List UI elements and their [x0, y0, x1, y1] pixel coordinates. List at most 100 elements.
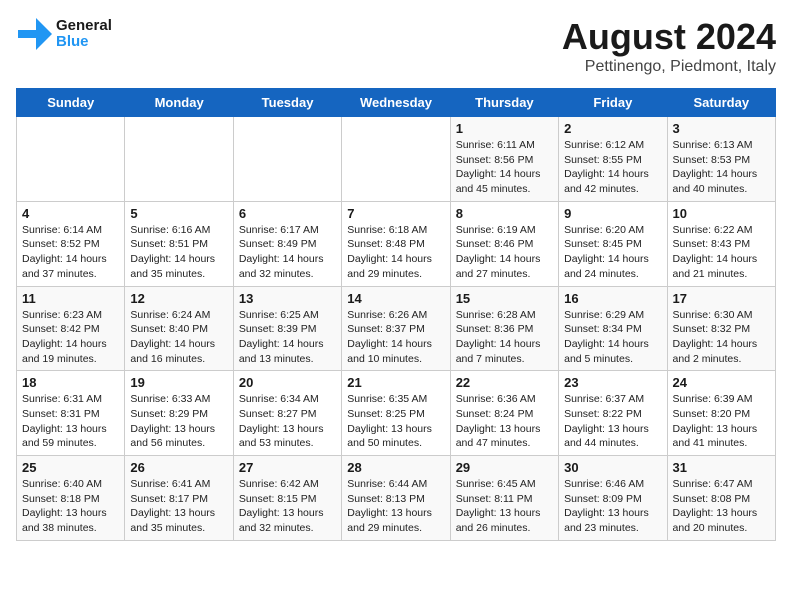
- calendar-cell: 23 Sunrise: 6:37 AM Sunset: 8:22 PM Dayli…: [559, 371, 667, 456]
- logo-text-general: General: [56, 18, 112, 35]
- calendar-cell: 5 Sunrise: 6:16 AM Sunset: 8:51 PM Daylig…: [125, 201, 233, 286]
- day-info: Sunrise: 6:12 AM Sunset: 8:55 PM Dayligh…: [564, 138, 661, 197]
- day-info: Sunrise: 6:24 AM Sunset: 8:40 PM Dayligh…: [130, 308, 227, 367]
- day-info: Sunrise: 6:44 AM Sunset: 8:13 PM Dayligh…: [347, 477, 444, 536]
- day-number: 25: [22, 460, 119, 475]
- day-number: 29: [456, 460, 553, 475]
- day-number: 18: [22, 375, 119, 390]
- col-header-monday: Monday: [125, 89, 233, 117]
- day-info: Sunrise: 6:17 AM Sunset: 8:49 PM Dayligh…: [239, 223, 336, 282]
- day-number: 27: [239, 460, 336, 475]
- calendar-table: SundayMondayTuesdayWednesdayThursdayFrid…: [16, 88, 776, 541]
- day-info: Sunrise: 6:23 AM Sunset: 8:42 PM Dayligh…: [22, 308, 119, 367]
- day-info: Sunrise: 6:35 AM Sunset: 8:25 PM Dayligh…: [347, 392, 444, 451]
- day-info: Sunrise: 6:19 AM Sunset: 8:46 PM Dayligh…: [456, 223, 553, 282]
- day-number: 16: [564, 291, 661, 306]
- calendar-cell: 2 Sunrise: 6:12 AM Sunset: 8:55 PM Daylig…: [559, 117, 667, 202]
- subtitle: Pettinengo, Piedmont, Italy: [562, 58, 776, 76]
- day-info: Sunrise: 6:46 AM Sunset: 8:09 PM Dayligh…: [564, 477, 661, 536]
- day-info: Sunrise: 6:18 AM Sunset: 8:48 PM Dayligh…: [347, 223, 444, 282]
- day-number: 13: [239, 291, 336, 306]
- day-number: 7: [347, 206, 444, 221]
- calendar-cell: 20Sunrise: 6:34 AM Sunset: 8:27 PM Dayli…: [233, 371, 341, 456]
- day-info: Sunrise: 6:31 AM Sunset: 8:31 PM Dayligh…: [22, 392, 119, 451]
- day-number: 30: [564, 460, 661, 475]
- day-number: 6: [239, 206, 336, 221]
- day-number: 21: [347, 375, 444, 390]
- logo-icon: [16, 16, 52, 52]
- calendar-cell: 8 Sunrise: 6:19 AM Sunset: 8:46 PM Daylig…: [450, 201, 558, 286]
- calendar-cell: 16Sunrise: 6:29 AM Sunset: 8:34 PM Dayli…: [559, 286, 667, 371]
- day-number: 8: [456, 206, 553, 221]
- day-info: Sunrise: 6:47 AM Sunset: 8:08 PM Dayligh…: [673, 477, 770, 536]
- calendar-cell: 11Sunrise: 6:23 AM Sunset: 8:42 PM Dayli…: [17, 286, 125, 371]
- day-info: Sunrise: 6:22 AM Sunset: 8:43 PM Dayligh…: [673, 223, 770, 282]
- day-number: 4: [22, 206, 119, 221]
- calendar-week-row-4: 18 Sunrise: 6:31 AM Sunset: 8:31 PM Dayli…: [17, 371, 776, 456]
- day-number: 19: [130, 375, 227, 390]
- calendar-cell: [125, 117, 233, 202]
- day-info: Sunrise: 6:40 AM Sunset: 8:18 PM Dayligh…: [22, 477, 119, 536]
- day-number: 23: [564, 375, 661, 390]
- calendar-cell: 24 Sunrise: 6:39 AM Sunset: 8:20 PM Dayli…: [667, 371, 775, 456]
- day-info: Sunrise: 6:45 AM Sunset: 8:11 PM Dayligh…: [456, 477, 553, 536]
- title-area: August 2024 Pettinengo, Piedmont, Italy: [562, 16, 776, 76]
- day-number: 3: [673, 121, 770, 136]
- day-number: 28: [347, 460, 444, 475]
- calendar-week-row-2: 4 Sunrise: 6:14 AM Sunset: 8:52 PM Daylig…: [17, 201, 776, 286]
- day-info: Sunrise: 6:14 AM Sunset: 8:52 PM Dayligh…: [22, 223, 119, 282]
- calendar-cell: 1Sunrise: 6:11 AM Sunset: 8:56 PM Daylig…: [450, 117, 558, 202]
- calendar-cell: [342, 117, 450, 202]
- day-number: 15: [456, 291, 553, 306]
- calendar-cell: [233, 117, 341, 202]
- calendar-cell: 15 Sunrise: 6:28 AM Sunset: 8:36 PM Dayli…: [450, 286, 558, 371]
- day-number: 1: [456, 121, 553, 136]
- day-number: 24: [673, 375, 770, 390]
- calendar-cell: 7 Sunrise: 6:18 AM Sunset: 8:48 PM Daylig…: [342, 201, 450, 286]
- header: GeneralBlue August 2024 Pettinengo, Pied…: [16, 16, 776, 76]
- day-number: 10: [673, 206, 770, 221]
- calendar-cell: 13Sunrise: 6:25 AM Sunset: 8:39 PM Dayli…: [233, 286, 341, 371]
- calendar-cell: 14 Sunrise: 6:26 AM Sunset: 8:37 PM Dayli…: [342, 286, 450, 371]
- day-info: Sunrise: 6:37 AM Sunset: 8:22 PM Dayligh…: [564, 392, 661, 451]
- day-number: 9: [564, 206, 661, 221]
- calendar-cell: 28 Sunrise: 6:44 AM Sunset: 8:13 PM Dayli…: [342, 456, 450, 541]
- calendar-cell: 3 Sunrise: 6:13 AM Sunset: 8:53 PM Daylig…: [667, 117, 775, 202]
- day-number: 17: [673, 291, 770, 306]
- calendar-cell: 27 Sunrise: 6:42 AM Sunset: 8:15 PM Dayli…: [233, 456, 341, 541]
- calendar-cell: 25 Sunrise: 6:40 AM Sunset: 8:18 PM Dayli…: [17, 456, 125, 541]
- day-number: 14: [347, 291, 444, 306]
- calendar-cell: 30 Sunrise: 6:46 AM Sunset: 8:09 PM Dayli…: [559, 456, 667, 541]
- day-info: Sunrise: 6:34 AM Sunset: 8:27 PM Dayligh…: [239, 392, 336, 451]
- calendar-cell: 31 Sunrise: 6:47 AM Sunset: 8:08 PM Dayli…: [667, 456, 775, 541]
- day-info: Sunrise: 6:39 AM Sunset: 8:20 PM Dayligh…: [673, 392, 770, 451]
- day-info: Sunrise: 6:20 AM Sunset: 8:45 PM Dayligh…: [564, 223, 661, 282]
- col-header-tuesday: Tuesday: [233, 89, 341, 117]
- calendar-cell: 4 Sunrise: 6:14 AM Sunset: 8:52 PM Daylig…: [17, 201, 125, 286]
- day-number: 22: [456, 375, 553, 390]
- day-number: 2: [564, 121, 661, 136]
- day-number: 5: [130, 206, 227, 221]
- day-info: Sunrise: 6:16 AM Sunset: 8:51 PM Dayligh…: [130, 223, 227, 282]
- calendar-cell: 19 Sunrise: 6:33 AM Sunset: 8:29 PM Dayli…: [125, 371, 233, 456]
- calendar-cell: 18 Sunrise: 6:31 AM Sunset: 8:31 PM Dayli…: [17, 371, 125, 456]
- col-header-wednesday: Wednesday: [342, 89, 450, 117]
- calendar-cell: 22Sunrise: 6:36 AM Sunset: 8:24 PM Dayli…: [450, 371, 558, 456]
- calendar-cell: 21 Sunrise: 6:35 AM Sunset: 8:25 PM Dayli…: [342, 371, 450, 456]
- day-info: Sunrise: 6:13 AM Sunset: 8:53 PM Dayligh…: [673, 138, 770, 197]
- logo: GeneralBlue: [16, 16, 112, 52]
- day-info: Sunrise: 6:33 AM Sunset: 8:29 PM Dayligh…: [130, 392, 227, 451]
- day-number: 26: [130, 460, 227, 475]
- day-info: Sunrise: 6:28 AM Sunset: 8:36 PM Dayligh…: [456, 308, 553, 367]
- calendar-cell: 29 Sunrise: 6:45 AM Sunset: 8:11 PM Dayli…: [450, 456, 558, 541]
- logo-text-blue: Blue: [56, 34, 112, 51]
- day-number: 31: [673, 460, 770, 475]
- calendar-week-row-5: 25 Sunrise: 6:40 AM Sunset: 8:18 PM Dayli…: [17, 456, 776, 541]
- main-title: August 2024: [562, 16, 776, 58]
- calendar-cell: 26Sunrise: 6:41 AM Sunset: 8:17 PM Dayli…: [125, 456, 233, 541]
- calendar-week-row-3: 11Sunrise: 6:23 AM Sunset: 8:42 PM Dayli…: [17, 286, 776, 371]
- day-info: Sunrise: 6:42 AM Sunset: 8:15 PM Dayligh…: [239, 477, 336, 536]
- col-header-saturday: Saturday: [667, 89, 775, 117]
- day-info: Sunrise: 6:26 AM Sunset: 8:37 PM Dayligh…: [347, 308, 444, 367]
- calendar-cell: [17, 117, 125, 202]
